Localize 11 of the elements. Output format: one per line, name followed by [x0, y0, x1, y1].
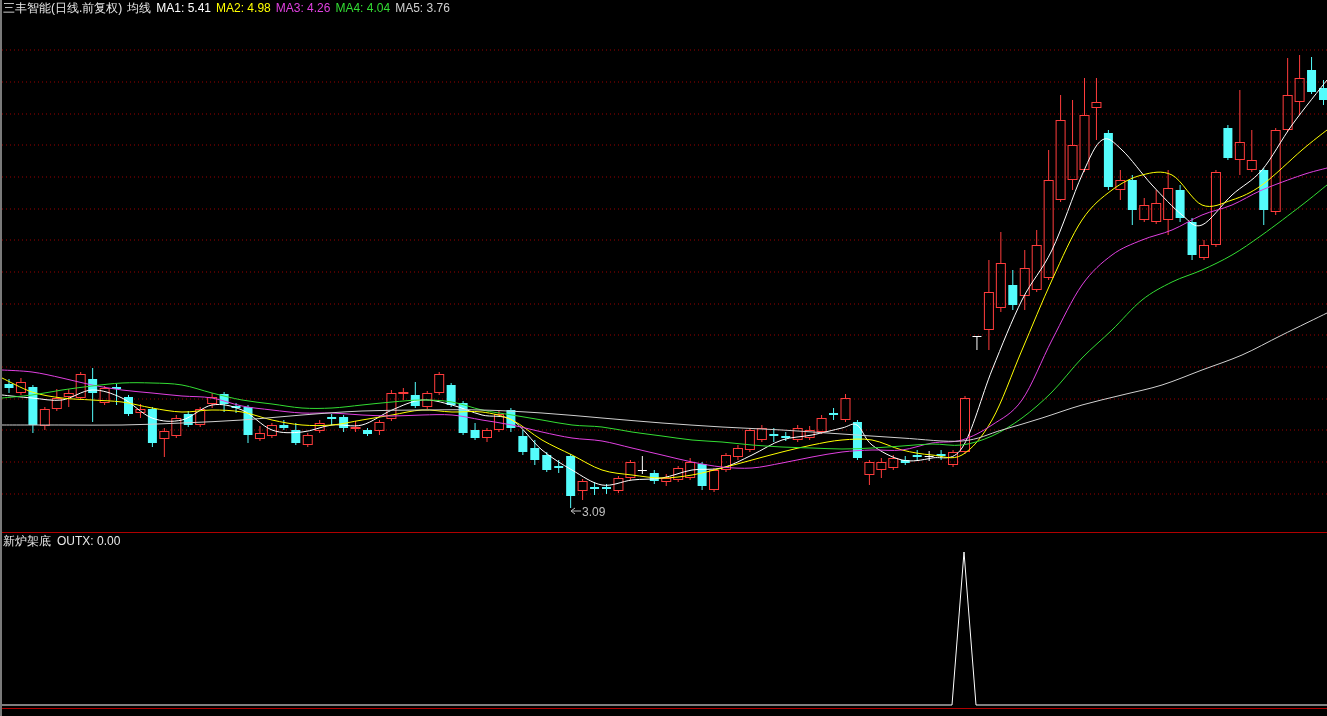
indicator-name: 均线	[127, 1, 152, 16]
low-price-arrow	[570, 507, 582, 515]
chart-title: 三丰智能(日线.前复权)	[3, 1, 123, 16]
moving-average-value: MA5: 3.76	[395, 1, 450, 16]
moving-average-value: MA3: 4.26	[275, 1, 331, 16]
low-price-label: 3.09	[582, 505, 606, 519]
indicator-reading: OUTX: 0.00	[57, 534, 121, 549]
moving-average-value: MA1: 5.41	[156, 1, 212, 16]
moving-average-value: MA4: 4.04	[335, 1, 391, 16]
moving-average-value: MA2: 4.98	[216, 1, 271, 16]
indicator-panel-title: 新炉架底	[3, 534, 51, 549]
